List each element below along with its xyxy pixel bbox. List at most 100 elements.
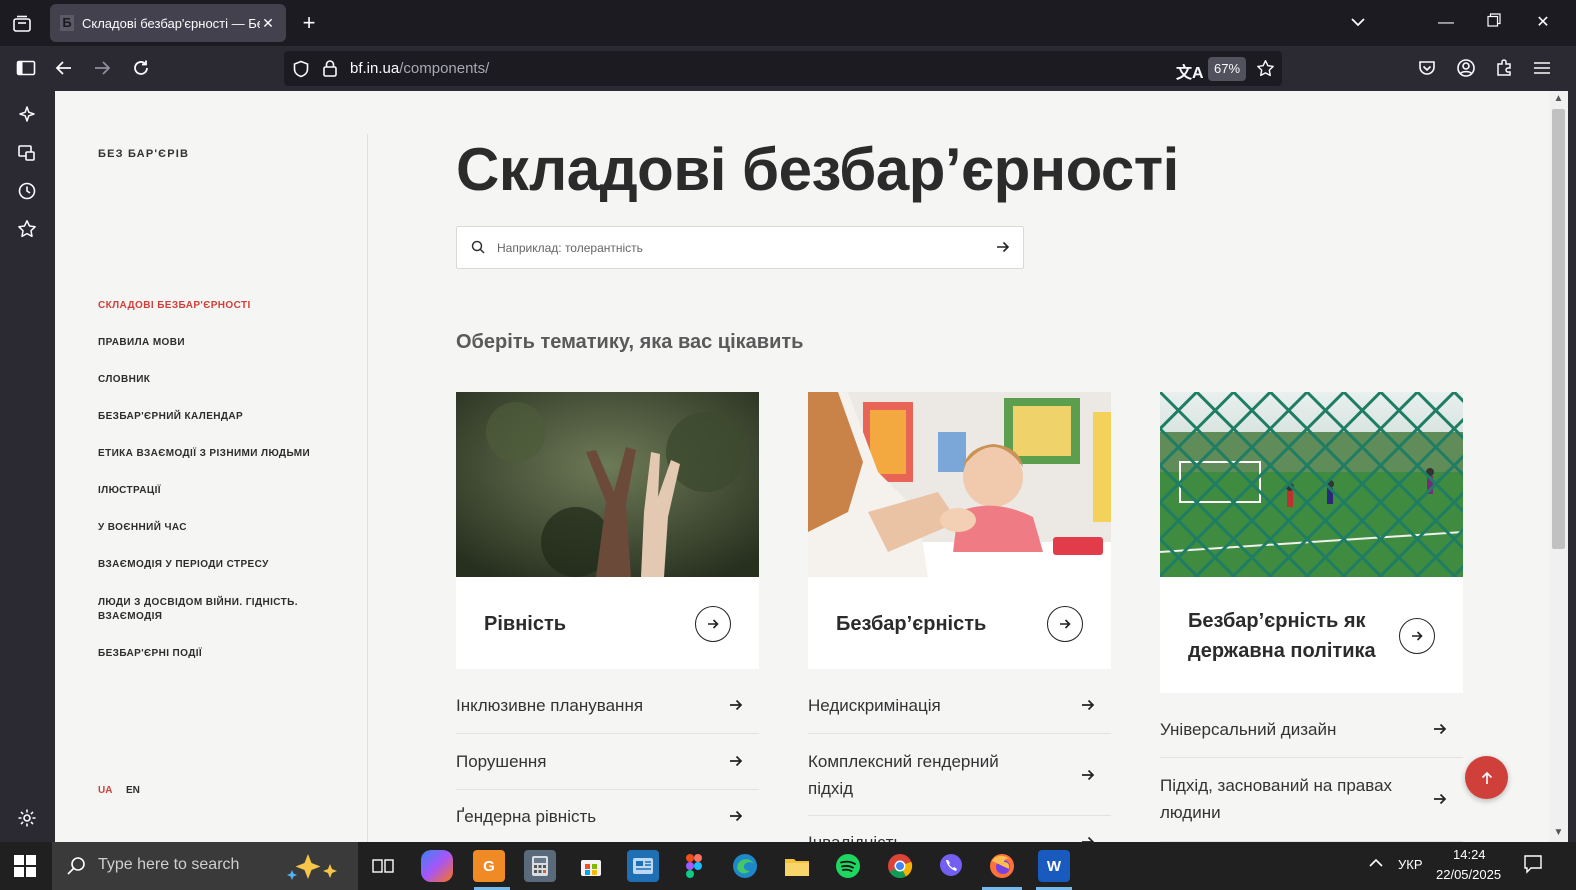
site-nav-item-calendar[interactable]: БЕЗБАР'ЄРНИЙ КАЛЕНДАР	[98, 410, 318, 424]
arrow-right-icon	[1082, 769, 1095, 781]
input-language-indicator[interactable]: УКР	[1398, 857, 1423, 872]
card-image-hands	[456, 392, 759, 577]
edge-browser-icon[interactable]	[729, 850, 761, 882]
subtopic-link[interactable]: Підхід, заснований на правах людини	[1160, 772, 1463, 842]
subtopic-link[interactable]: Недискримінація	[808, 692, 1111, 734]
chrome-icon[interactable]	[884, 850, 916, 882]
arrow-right-icon	[730, 699, 743, 711]
windows-start-icon[interactable]	[14, 855, 36, 877]
scroll-up-icon[interactable]: ▲	[1549, 93, 1568, 104]
browser-tab-active[interactable]: Б Складові безбар'єрності — Бе ✕	[50, 4, 286, 42]
lang-ua-link[interactable]: UA	[98, 785, 112, 796]
card-arrow-button[interactable]	[695, 606, 731, 642]
history-clock-icon[interactable]	[13, 177, 41, 205]
topic-card-accessibility[interactable]: Безбар’єрність	[808, 392, 1111, 669]
card-arrow-button[interactable]	[1399, 618, 1435, 654]
site-nav-item-wartime[interactable]: У ВОЄННИЙ ЧАС	[98, 521, 318, 535]
tracking-shield-icon[interactable]	[292, 60, 310, 78]
site-nav-item-components[interactable]: СКЛАДОВІ БЕЗБАР'ЄРНОСТІ	[98, 299, 318, 313]
word-icon[interactable]: W	[1038, 850, 1070, 882]
tab-list-button[interactable]	[8, 10, 36, 38]
restore-button[interactable]	[1479, 10, 1509, 36]
topic-card-equality[interactable]: Рівність	[456, 392, 759, 669]
synced-tabs-icon[interactable]	[13, 139, 41, 167]
bookmark-star-icon[interactable]	[1256, 59, 1275, 78]
ai-chatbot-sparkle-icon[interactable]	[13, 101, 41, 129]
page-title: Складові безбар’єрності	[456, 136, 1179, 203]
search-input[interactable]	[497, 236, 977, 260]
forward-icon[interactable]	[88, 54, 116, 82]
figma-icon[interactable]	[678, 850, 710, 882]
scroll-to-top-button[interactable]	[1465, 756, 1508, 799]
clock-date[interactable]: 22/05/2025	[1436, 867, 1501, 882]
window-edge	[1568, 91, 1576, 842]
bookmarks-star-icon[interactable]	[13, 215, 41, 243]
window-close-button[interactable]: ✕	[1528, 10, 1558, 36]
site-nav-item-events[interactable]: БЕЗБАР'ЄРНІ ПОДІЇ	[98, 647, 318, 661]
firefox-icon[interactable]	[986, 850, 1018, 882]
search-icon	[471, 240, 485, 254]
subtopic-link[interactable]: Ґендерна рівність	[456, 803, 759, 842]
translate-icon[interactable]: 文A	[1176, 59, 1204, 83]
microsoft-store-icon[interactable]	[575, 850, 607, 882]
copilot-app-icon[interactable]	[421, 850, 453, 882]
page-viewport: БЕЗ БАР'ЄРІВ СКЛАДОВІ БЕЗБАР'ЄРНОСТІ ПРА…	[55, 91, 1549, 842]
arrow-right-icon	[1412, 631, 1423, 641]
spotify-icon[interactable]	[832, 850, 864, 882]
navigation-bar: bf.in.ua/components/ 文A 67%	[0, 46, 1576, 91]
account-icon[interactable]	[1452, 54, 1480, 82]
site-favicon: Б	[60, 15, 74, 31]
subtopic-link[interactable]: Комплексний гендерний підхід	[808, 748, 1111, 816]
zoom-level-badge[interactable]: 67%	[1208, 57, 1247, 81]
lock-icon[interactable]	[322, 59, 338, 77]
url-text[interactable]: bf.in.ua/components/	[350, 60, 489, 77]
topic-card-state-policy[interactable]: Безбар’єрність як державна політика	[1160, 392, 1463, 693]
notification-center-icon[interactable]	[1523, 854, 1543, 877]
url-bar[interactable]: bf.in.ua/components/ 文A 67%	[284, 51, 1282, 86]
subtopic-link[interactable]: Порушення	[456, 748, 759, 790]
tab-title: Складові безбар'єрності — Бе	[82, 15, 260, 31]
page-scrollbar[interactable]: ▲ ▼	[1549, 91, 1568, 842]
scrollbar-thumb[interactable]	[1552, 109, 1565, 549]
sidebar-toggle-icon[interactable]	[12, 54, 40, 82]
new-tab-button[interactable]: +	[296, 10, 322, 36]
card-title: Безбар’єрність	[836, 613, 987, 635]
site-nav-item-illustrations[interactable]: ІЛЮСТРАЦІЇ	[98, 484, 318, 498]
tray-chevron-up-icon[interactable]	[1368, 856, 1384, 871]
back-icon[interactable]	[50, 54, 78, 82]
search-box	[456, 226, 1024, 269]
app-menu-hamburger-icon[interactable]	[1528, 54, 1556, 82]
arrow-right-icon	[1060, 619, 1071, 629]
windows-taskbar: Type here to search G W УКР 14:24 22/05/…	[0, 842, 1576, 890]
card-arrow-button[interactable]	[1047, 606, 1083, 642]
extensions-puzzle-icon[interactable]	[1490, 54, 1518, 82]
subtopic-link[interactable]: Інклюзивне планування	[456, 692, 759, 734]
site-nav-item-stress[interactable]: ВЗАЄМОДІЯ У ПЕРІОДИ СТРЕСУ	[98, 558, 318, 572]
subtopic-link[interactable]: Інвалідність	[808, 829, 1111, 842]
site-sidebar: БЕЗ БАР'ЄРІВ СКЛАДОВІ БЕЗБАР'ЄРНОСТІ ПРА…	[55, 91, 368, 842]
task-view-icon[interactable]	[367, 850, 399, 882]
wps-office-icon[interactable]: G	[473, 850, 505, 882]
lang-en-link[interactable]: EN	[126, 785, 140, 796]
clock-time[interactable]: 14:24	[1453, 847, 1486, 862]
file-explorer-icon[interactable]	[781, 850, 813, 882]
list-all-tabs-chevron-down-icon[interactable]	[1343, 10, 1373, 36]
news-app-icon[interactable]	[627, 850, 659, 882]
taskbar-search-box[interactable]: Type here to search	[52, 842, 358, 890]
site-logo[interactable]: БЕЗ БАР'ЄРІВ	[98, 148, 189, 160]
scroll-down-icon[interactable]: ▼	[1549, 827, 1568, 838]
site-nav-item-ethics[interactable]: ЕТИКА ВЗАЄМОДІЇ З РІЗНИМИ ЛЮДЬМИ	[98, 447, 318, 461]
section-title: Оберіть тематику, яка вас цікавить	[456, 331, 804, 353]
subtopic-link[interactable]: Універсальний дизайн	[1160, 716, 1463, 758]
minimize-button[interactable]: —	[1431, 10, 1461, 36]
site-nav-item-war-experience[interactable]: ЛЮДИ З ДОСВІДОМ ВІЙНИ. ГІДНІСТЬ. ВЗАЄМОД…	[98, 596, 313, 624]
pocket-icon[interactable]	[1413, 54, 1441, 82]
viber-icon[interactable]	[935, 850, 967, 882]
sidebar-settings-gear-icon[interactable]	[13, 804, 41, 832]
tab-close-icon[interactable]: ✕	[260, 15, 276, 32]
reload-icon[interactable]	[127, 54, 155, 82]
calculator-icon[interactable]	[524, 850, 556, 882]
site-nav-item-language-rules[interactable]: ПРАВИЛА МОВИ	[98, 336, 318, 350]
site-nav-item-dictionary[interactable]: СЛОВНИК	[98, 373, 318, 387]
search-submit-arrow-icon[interactable]	[995, 239, 1011, 255]
